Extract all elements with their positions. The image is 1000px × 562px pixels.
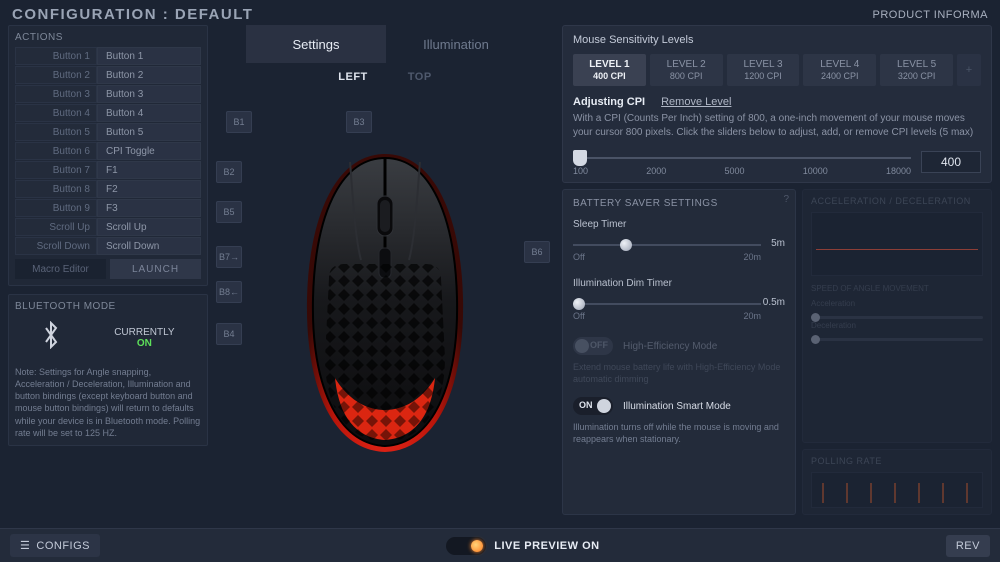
remove-level-link[interactable]: Remove Level [661, 96, 731, 108]
action-label: Scroll Down [15, 237, 97, 255]
cpi-level-1[interactable]: LEVEL 1400 CPI [573, 54, 646, 86]
battery-panel: ? BATTERY SAVER SETTINGS Sleep Timer 5m … [562, 189, 796, 515]
node-b3[interactable]: B3 [346, 111, 372, 133]
tab-illumination[interactable]: Illumination [386, 25, 526, 63]
action-binding[interactable]: F1 [97, 161, 201, 179]
node-b6[interactable]: B6 [524, 241, 550, 263]
action-binding[interactable]: Button 5 [97, 123, 201, 141]
high-efficiency-desc: Extend mouse battery life with High-Effi… [573, 361, 785, 385]
high-efficiency-toggle[interactable]: OFF [573, 337, 613, 355]
accel-panel: ACCELERATION / DECELERATION SPEED OF ANG… [802, 189, 992, 443]
action-label: Button 8 [15, 180, 97, 198]
cpi-level-5[interactable]: LEVEL 53200 CPI [880, 54, 953, 86]
smart-mode-label: Illumination Smart Mode [623, 401, 731, 412]
cpi-level-2[interactable]: LEVEL 2800 CPI [650, 54, 723, 86]
info-icon[interactable]: ? [783, 194, 789, 205]
smart-mode-desc: Illumination turns off while the mouse i… [573, 421, 785, 445]
view-top[interactable]: TOP [408, 71, 432, 83]
sleep-timer-slider[interactable]: 5m Off20m [573, 238, 785, 264]
bluetooth-panel: BLUETOOTH MODE CURRENTLY ON Note: Settin… [8, 294, 208, 446]
live-preview-label: LIVE PREVIEW ON [494, 540, 599, 552]
actions-title: ACTIONS [15, 32, 201, 43]
action-binding[interactable]: Scroll Up [97, 218, 201, 236]
bluetooth-icon [41, 321, 61, 355]
action-label: Button 3 [15, 85, 97, 103]
bluetooth-status: ON [114, 338, 174, 349]
page-title: CONFIGURATION : DEFAULT [12, 6, 253, 23]
decel-slider[interactable] [811, 338, 983, 341]
action-binding[interactable]: Button 2 [97, 66, 201, 84]
cpi-description: With a CPI (Counts Per Inch) setting of … [573, 112, 981, 140]
mouse-diagram: B1 B3 B2 B5 B7→ B8← B4 B6 [216, 91, 554, 515]
action-binding[interactable]: Button 3 [97, 85, 201, 103]
polling-panel: POLLING RATE [802, 449, 992, 515]
action-label: Button 4 [15, 104, 97, 122]
action-binding[interactable]: CPI Toggle [97, 142, 201, 160]
action-binding[interactable]: Scroll Down [97, 237, 201, 255]
mouse-image [295, 148, 475, 458]
node-b5[interactable]: B5 [216, 201, 242, 223]
dim-timer-slider[interactable]: 0.5m Off20m [573, 297, 785, 323]
action-label: Button 5 [15, 123, 97, 141]
live-preview-toggle[interactable] [446, 537, 486, 555]
action-label: Button 2 [15, 66, 97, 84]
actions-panel: ACTIONS Button 1Button 1Button 2Button 2… [8, 25, 208, 286]
cpi-level-3[interactable]: LEVEL 31200 CPI [727, 54, 800, 86]
action-label: Scroll Up [15, 218, 97, 236]
cpi-value-input[interactable]: 400 [921, 151, 981, 173]
high-efficiency-label: High-Efficiency Mode [623, 341, 717, 352]
macro-editor-label: Macro Editor [15, 259, 106, 279]
action-label: Button 6 [15, 142, 97, 160]
node-b4[interactable]: B4 [216, 323, 242, 345]
node-b1[interactable]: B1 [226, 111, 252, 133]
dim-timer-label: Illumination Dim Timer [573, 278, 785, 289]
add-level-button[interactable]: + [957, 54, 981, 86]
node-b2[interactable]: B2 [216, 161, 242, 183]
bluetooth-title: BLUETOOTH MODE [15, 301, 201, 312]
action-label: Button 9 [15, 199, 97, 217]
battery-title: BATTERY SAVER SETTINGS [573, 198, 785, 209]
tab-settings[interactable]: Settings [246, 25, 386, 63]
cpi-slider[interactable]: 100 2000 5000 10000 18000 [573, 150, 911, 174]
action-binding[interactable]: F2 [97, 180, 201, 198]
revert-button[interactable]: REV [946, 535, 990, 557]
cpi-level-4[interactable]: LEVEL 42400 CPI [803, 54, 876, 86]
adjusting-cpi-label: Adjusting CPI [573, 96, 645, 108]
configs-button[interactable]: ☰ CONFIGS [10, 534, 100, 557]
list-icon: ☰ [20, 539, 30, 552]
node-b7[interactable]: B7→ [216, 246, 242, 268]
node-b8[interactable]: B8← [216, 281, 242, 303]
sensitivity-title: Mouse Sensitivity Levels [573, 34, 981, 46]
sensitivity-panel: Mouse Sensitivity Levels LEVEL 1400 CPIL… [562, 25, 992, 183]
launch-button[interactable]: LAUNCH [110, 259, 201, 279]
sleep-timer-label: Sleep Timer [573, 219, 785, 230]
product-info-link[interactable]: PRODUCT INFORMA [873, 9, 988, 21]
action-binding[interactable]: F3 [97, 199, 201, 217]
action-binding[interactable]: Button 1 [97, 47, 201, 65]
accel-slider[interactable] [811, 316, 983, 319]
smart-mode-toggle[interactable]: ON [573, 397, 613, 415]
bluetooth-currently-label: CURRENTLY [114, 327, 174, 338]
view-left[interactable]: LEFT [338, 71, 368, 83]
action-binding[interactable]: Button 4 [97, 104, 201, 122]
action-label: Button 1 [15, 47, 97, 65]
action-label: Button 7 [15, 161, 97, 179]
bluetooth-note: Note: Settings for Angle snapping, Accel… [15, 366, 201, 439]
